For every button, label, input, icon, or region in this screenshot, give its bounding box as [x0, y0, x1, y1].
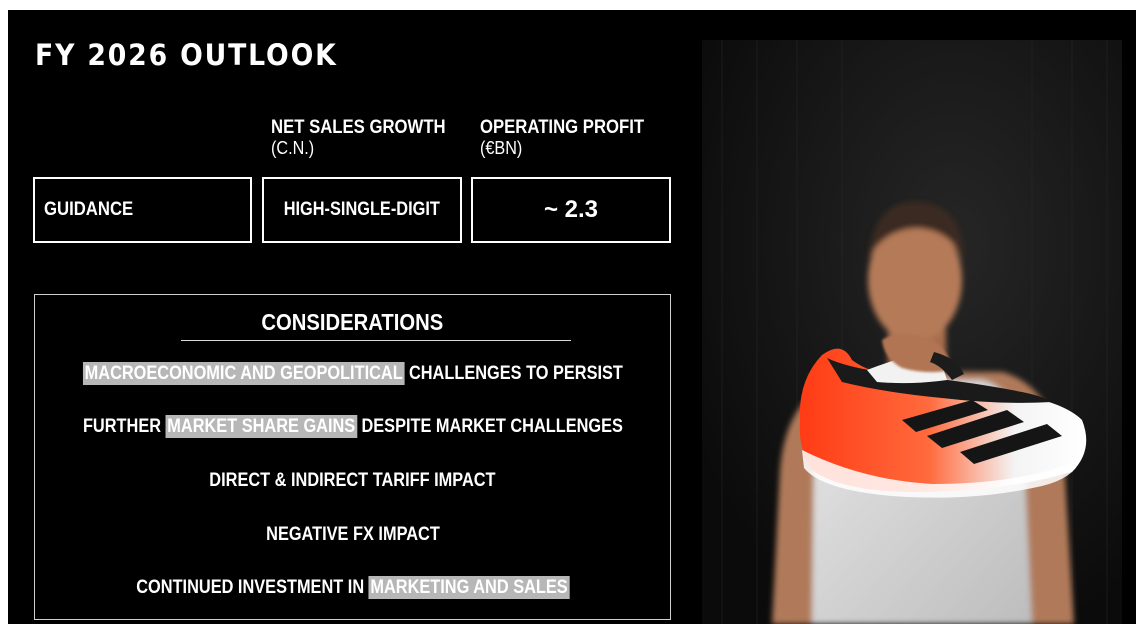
- athlete-with-shoe-photo: [702, 40, 1122, 624]
- net-sales-growth-value: HIGH-SINGLE-DIGIT: [283, 199, 441, 220]
- consideration-item: MACROECONOMIC AND GEOPOLITICAL CHALLENGE…: [82, 362, 623, 385]
- column-header-operating-profit: OPERATING PROFIT (€BN): [480, 117, 666, 159]
- column-header-main: NET SALES GROWTH: [271, 117, 446, 138]
- considerations-title: CONSIDERATIONS: [261, 309, 444, 335]
- highlight: MACROECONOMIC AND GEOPOLITICAL: [82, 362, 404, 385]
- column-header-net-sales: NET SALES GROWTH (C.N.): [271, 117, 469, 159]
- slide: FY 2026 OUTLOOK NET SALES GROWTH (C.N.) …: [8, 10, 1136, 624]
- column-header-sub: (€BN): [480, 138, 523, 158]
- net-sales-growth-box: HIGH-SINGLE-DIGIT: [262, 177, 462, 243]
- consideration-item: CONTINUED INVESTMENT IN MARKETING AND SA…: [135, 576, 570, 599]
- highlight: MARKETING AND SALES: [368, 576, 570, 599]
- guidance-label-box: GUIDANCE: [33, 177, 252, 243]
- consideration-item: FURTHER MARKET SHARE GAINS DESPITE MARKE…: [82, 415, 623, 438]
- operating-profit-value: ~ 2.3: [543, 196, 599, 223]
- athlete-illustration: [702, 40, 1122, 624]
- consideration-item: NEGATIVE FX IMPACT: [265, 524, 440, 545]
- considerations-panel: CONSIDERATIONS MACROECONOMIC AND GEOPOLI…: [34, 294, 671, 620]
- consideration-item: DIRECT & INDIRECT TARIFF IMPACT: [209, 470, 496, 491]
- guidance-label: GUIDANCE: [44, 199, 134, 220]
- column-header-main: OPERATING PROFIT: [480, 117, 645, 138]
- highlight: MARKET SHARE GAINS: [165, 415, 357, 438]
- slide-title: FY 2026 OUTLOOK: [35, 38, 338, 72]
- considerations-divider: [181, 340, 571, 341]
- column-header-sub: (C.N.): [271, 138, 315, 158]
- operating-profit-box: ~ 2.3: [471, 177, 671, 243]
